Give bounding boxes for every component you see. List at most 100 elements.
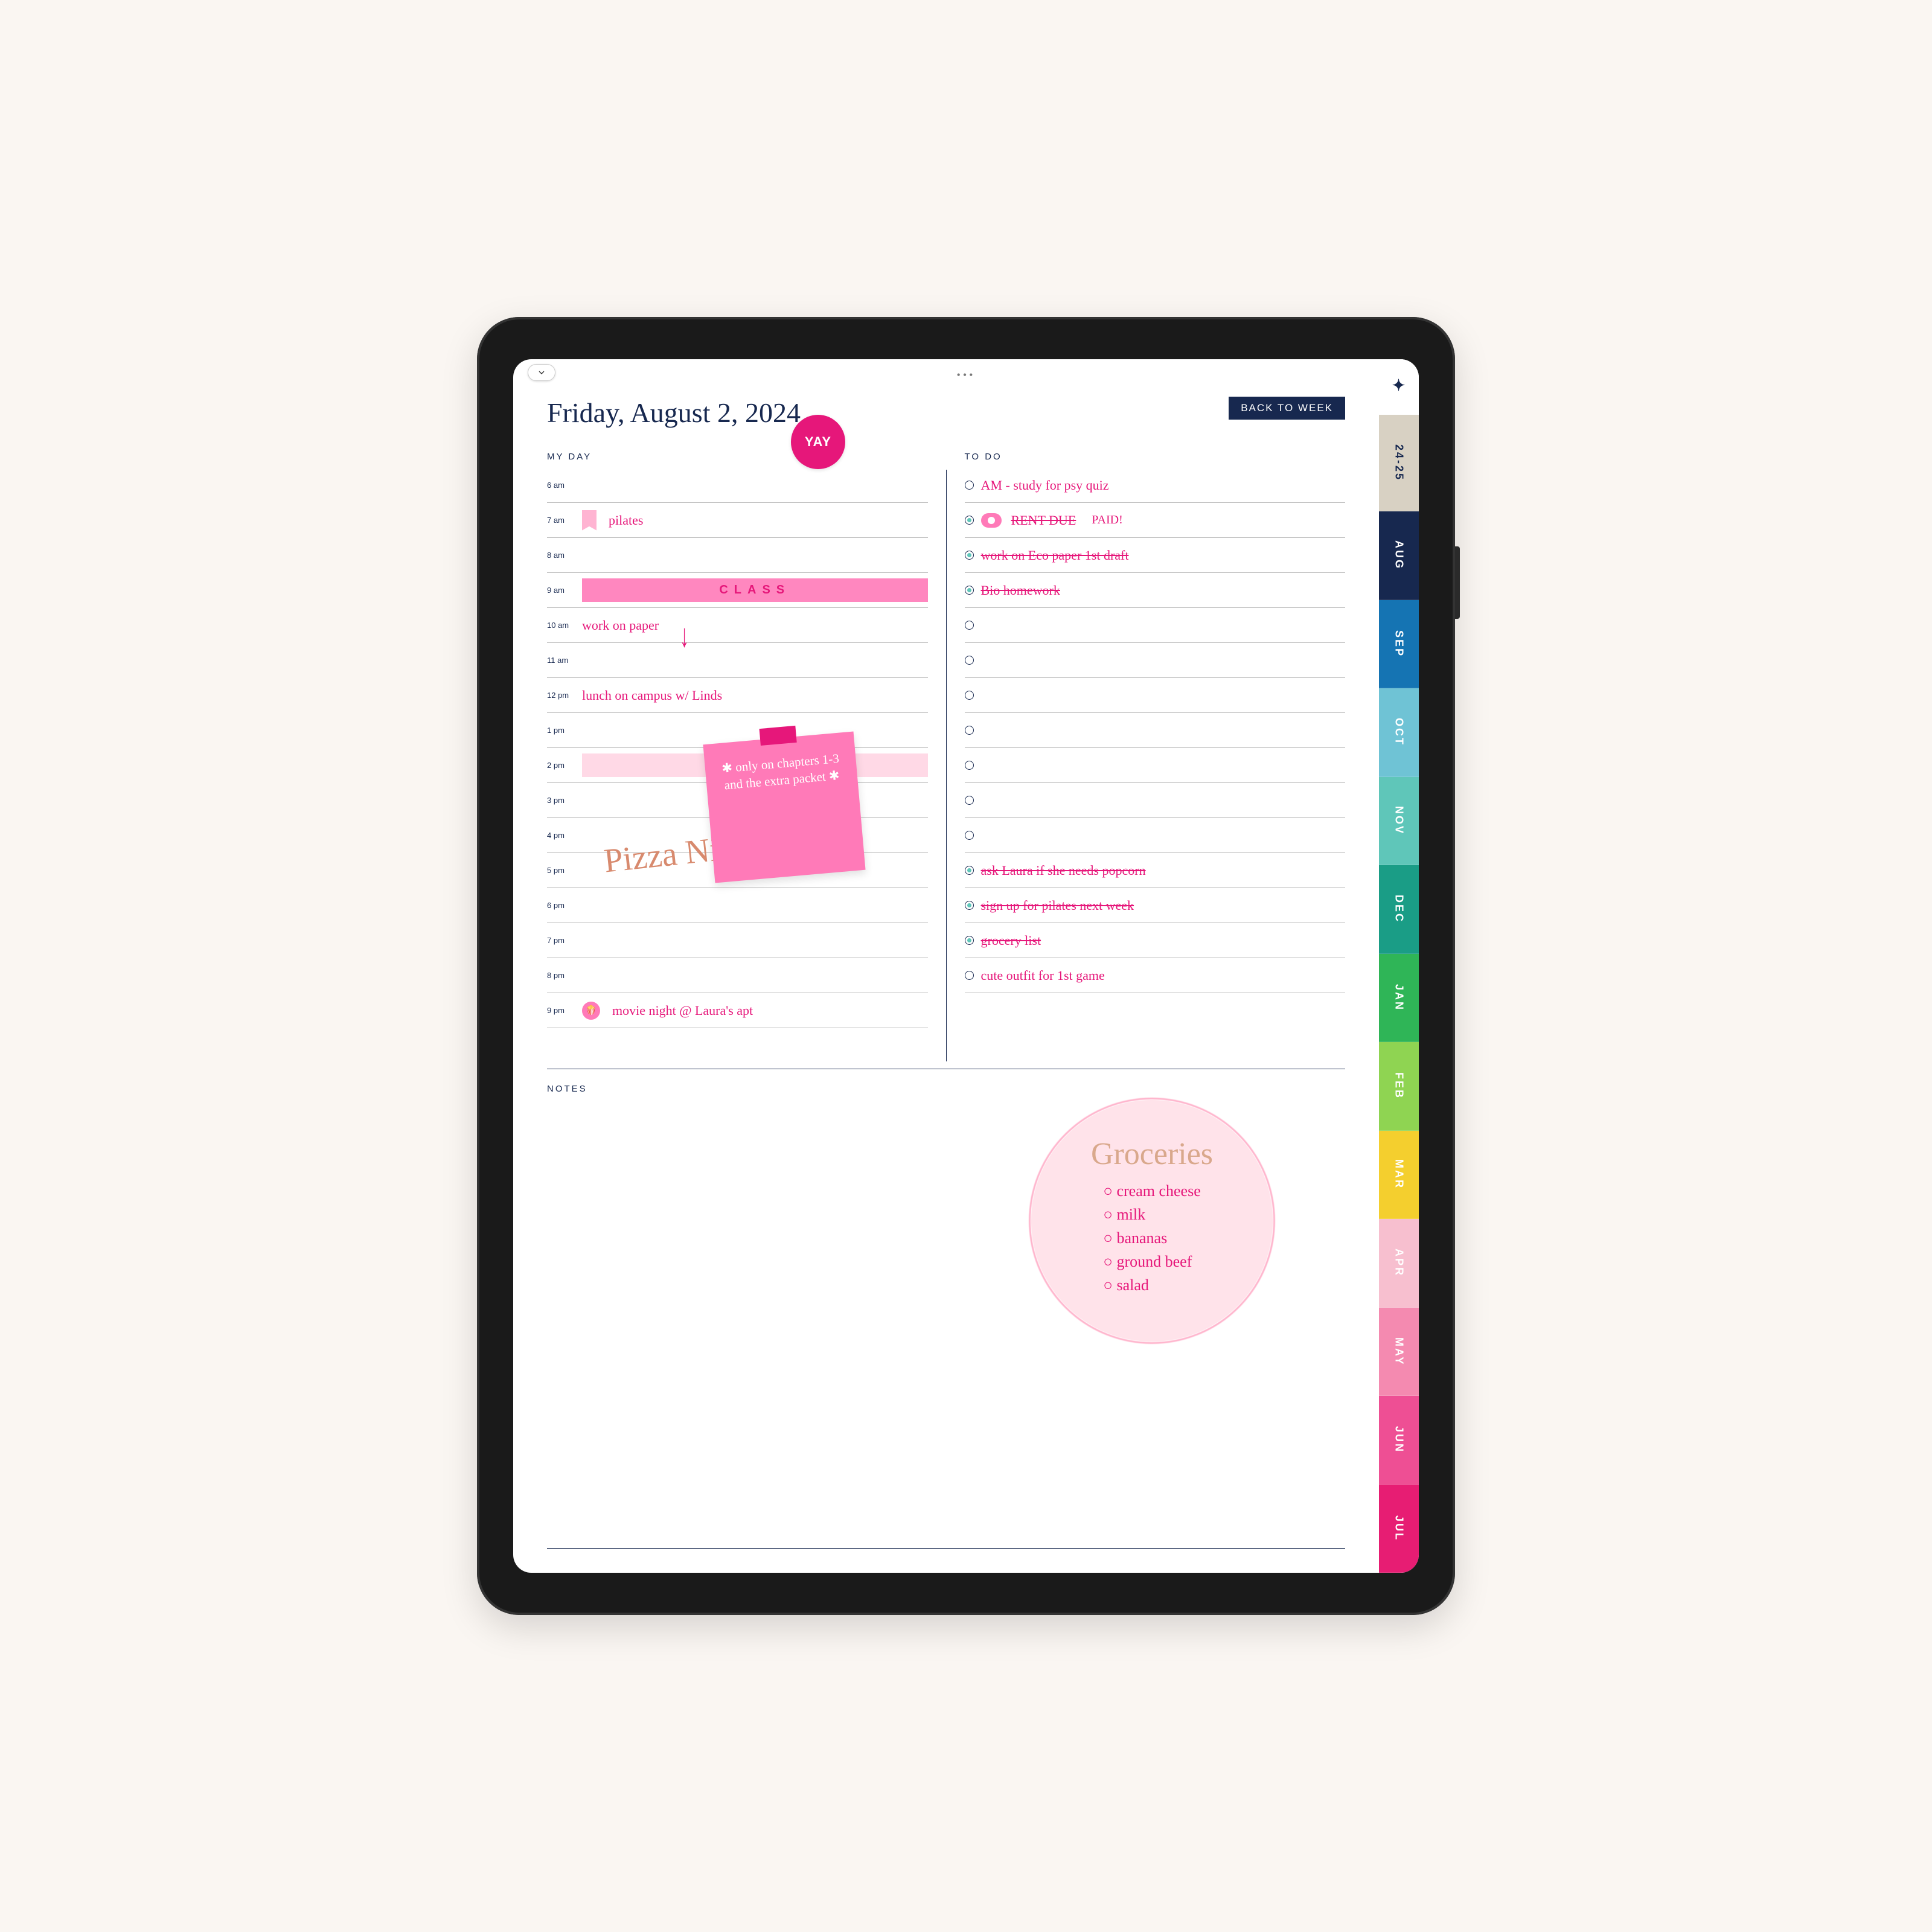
hour-label: 6 am [547,481,574,490]
todo-checkbox[interactable] [965,621,974,630]
todo-checkbox[interactable] [965,936,974,945]
todo-row[interactable]: ask Laura if she needs popcorn [965,853,1346,888]
todo-row[interactable]: work on Eco paper 1st draft [965,538,1346,573]
todo-list: AM - study for psy quiz RENT DUEPAID!work… [965,468,1346,993]
grocery-item: salad [1103,1273,1201,1297]
logo-tab[interactable]: ✦ [1379,359,1419,415]
todo-text: RENT DUE [1011,513,1076,528]
todo-row[interactable]: RENT DUEPAID! [965,503,1346,538]
hour-row[interactable]: 9 amCLASS [547,573,928,608]
month-tab-sep[interactable]: SEP [1379,600,1419,689]
hour-entry: movie night @ Laura's apt [612,1003,753,1019]
hour-row[interactable]: 8 pm [547,958,928,993]
todo-text: cute outfit for 1st game [981,968,1105,984]
hour-label: 2 pm [547,761,574,770]
todo-checkbox[interactable] [965,586,974,595]
month-tab-24-25[interactable]: 24-25 [1379,415,1419,511]
todo-row[interactable] [965,608,1346,643]
todo-checkbox[interactable] [965,481,974,490]
hour-label: 7 am [547,516,574,525]
month-tabs: ✦24-25AUGSEPOCTNOVDECJANFEBMARAPRMAYJUNJ… [1379,359,1419,1573]
grocery-item: cream cheese [1103,1179,1201,1203]
month-tab-nov[interactable]: NOV [1379,777,1419,866]
todo-row[interactable] [965,678,1346,713]
month-tab-jun[interactable]: JUN [1379,1396,1419,1485]
hour-entry: pilates [609,513,643,528]
hour-row[interactable]: 10 am work on paper [547,608,928,643]
groceries-title: Groceries [1091,1136,1213,1172]
hour-row[interactable]: 8 am [547,538,928,573]
todo-row[interactable] [965,748,1346,783]
month-tab-dec[interactable]: DEC [1379,865,1419,954]
month-tab-jul[interactable]: JUL [1379,1485,1419,1573]
hour-row[interactable]: 7 am pilates [547,503,928,538]
todo-checkbox[interactable] [965,761,974,770]
hour-row[interactable]: 11 am [547,643,928,678]
todo-row[interactable]: cute outfit for 1st game [965,958,1346,993]
grocery-item: ground beef [1103,1250,1201,1273]
hour-row[interactable]: 6 pm [547,888,928,923]
notes-heading: NOTES [547,1069,1345,1094]
month-tab-may[interactable]: MAY [1379,1308,1419,1396]
hour-label: 9 am [547,586,574,595]
todo-row[interactable] [965,713,1346,748]
todo-row[interactable] [965,818,1346,853]
hour-row[interactable]: 12 pmlunch on campus w/ Linds [547,678,928,713]
todo-checkbox[interactable] [965,796,974,805]
month-tab-apr[interactable]: APR [1379,1219,1419,1308]
hour-label: 8 pm [547,971,574,980]
todo-checkbox[interactable] [965,866,974,875]
back-to-week-button[interactable]: BACK TO WEEK [1229,397,1345,420]
todo-checkbox[interactable] [965,971,974,980]
month-tab-feb[interactable]: FEB [1379,1042,1419,1131]
screen: ••• Friday, August 2, 2024 BACK TO WEEK … [513,359,1419,1573]
my-day-column: MY DAY 6 am7 ampilates8 am9 amCLASS10 am… [547,435,928,1061]
date-title: Friday, August 2, 2024 [547,397,801,429]
todo-checkbox[interactable] [965,831,974,840]
column-divider [946,470,947,1061]
month-tab-jan[interactable]: JAN [1379,954,1419,1043]
todo-checkbox[interactable] [965,516,974,525]
ipad-frame: ••• Friday, August 2, 2024 BACK TO WEEK … [477,317,1455,1615]
todo-checkbox[interactable] [965,551,974,560]
hour-row[interactable]: 6 am [547,468,928,503]
month-tab-oct[interactable]: OCT [1379,688,1419,777]
todo-heading: TO DO [965,452,1346,462]
todo-checkbox[interactable] [965,656,974,665]
hour-entry: work on paper [582,618,659,633]
notes-area[interactable]: Groceries cream cheesemilkbananasground … [547,1094,1345,1549]
todo-row[interactable]: grocery list [965,923,1346,958]
grocery-list: cream cheesemilkbananasground beefsalad [1103,1179,1201,1297]
month-tab-mar[interactable]: MAR [1379,1131,1419,1220]
month-tab-aug[interactable]: AUG [1379,511,1419,600]
hour-row[interactable]: 7 pm [547,923,928,958]
flag-icon [582,510,597,531]
todo-row[interactable]: AM - study for psy quiz [965,468,1346,503]
todo-row[interactable] [965,643,1346,678]
eye-icon [981,513,1002,528]
todo-text: AM - study for psy quiz [981,478,1109,493]
drag-handle-icon[interactable]: ••• [957,369,976,382]
todo-row[interactable]: sign up for pilates next week [965,888,1346,923]
groceries-sticker: Groceries cream cheesemilkbananasground … [1031,1100,1273,1342]
todo-column: TO DO AM - study for psy quiz RENT DUEPAI… [965,435,1346,1061]
arrow-down-icon: ↓ [680,618,689,655]
yay-sticker: YAY [791,415,845,469]
todo-row[interactable] [965,783,1346,818]
sticky-note[interactable]: ✱ only on chapters 1-3 and the extra pac… [703,732,865,883]
popcorn-icon: 🍿 [582,1002,600,1020]
todo-checkbox[interactable] [965,901,974,910]
hour-label: 1 pm [547,726,574,735]
todo-checkbox[interactable] [965,691,974,700]
todo-text: grocery list [981,933,1041,948]
hour-label: 11 am [547,656,574,665]
hour-label: 10 am [547,621,574,630]
hour-row[interactable]: 9 pm🍿movie night @ Laura's apt [547,993,928,1028]
planner-page: Friday, August 2, 2024 BACK TO WEEK YAY … [513,359,1379,1573]
toolbar-chevron[interactable] [528,364,555,381]
hour-label: 5 pm [547,866,574,875]
hour-label: 3 pm [547,796,574,805]
todo-checkbox[interactable] [965,726,974,735]
todo-row[interactable]: Bio homework [965,573,1346,608]
hour-label: 4 pm [547,831,574,840]
